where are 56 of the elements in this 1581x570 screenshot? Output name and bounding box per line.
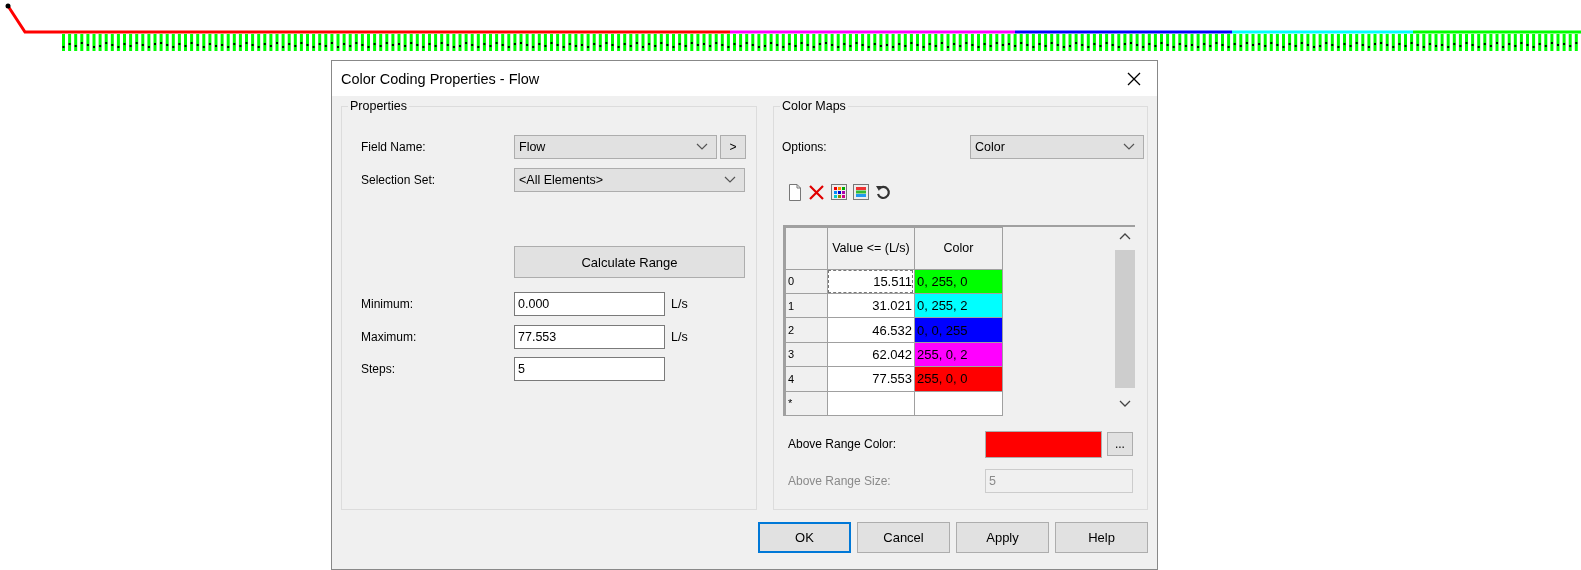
table-cell[interactable]: 31.021 xyxy=(827,293,915,318)
dialog-button[interactable]: OK xyxy=(758,522,851,553)
dropdown[interactable]: Color xyxy=(969,135,1144,159)
group-title: Color Maps xyxy=(779,99,848,113)
field-label: Options: xyxy=(780,140,828,154)
input-field[interactable]: 77.553 xyxy=(514,325,665,349)
new-document-icon[interactable] xyxy=(787,183,802,201)
row-header: 4 xyxy=(785,366,828,392)
chevron-down-icon xyxy=(696,143,708,151)
row-header: 2 xyxy=(785,317,828,343)
arrow-button[interactable]: > xyxy=(720,135,746,159)
field-label: Field Name: xyxy=(360,140,427,154)
unit-label: L/s xyxy=(671,330,688,344)
color-grid-icon[interactable] xyxy=(830,184,847,200)
chevron-down-icon xyxy=(724,176,736,184)
color-cell[interactable]: 0, 255, 2 xyxy=(914,293,1003,318)
color-cell[interactable]: 0, 255, 0 xyxy=(914,269,1003,294)
row-header: 1 xyxy=(785,293,828,318)
window-title: Color Coding Properties - Flow xyxy=(341,70,540,87)
undo-icon[interactable] xyxy=(874,184,891,200)
scroll-down-icon[interactable] xyxy=(1118,400,1131,408)
scroll-thumb[interactable] xyxy=(1114,250,1135,388)
field-label: Selection Set: xyxy=(360,173,437,187)
field-label: Minimum: xyxy=(360,297,414,311)
calculate-range-button[interactable]: Calculate Range xyxy=(514,246,745,278)
close-icon[interactable] xyxy=(1127,71,1141,86)
row-header: 0 xyxy=(785,269,828,294)
column-header: Color xyxy=(914,227,1003,270)
field-label: Steps: xyxy=(360,362,397,376)
field-label: Maximum: xyxy=(360,330,418,344)
row-header: * xyxy=(785,391,828,416)
column-header: Value <= (L/s) xyxy=(827,227,915,270)
dropdown[interactable]: Flow xyxy=(514,135,717,159)
unit-label: L/s xyxy=(671,297,688,311)
color-ramp-icon[interactable] xyxy=(852,184,869,200)
group-title: Properties xyxy=(348,99,409,113)
table-cell[interactable]: 15.511 xyxy=(827,269,915,294)
color-cell[interactable]: 255, 0, 2 xyxy=(914,342,1003,367)
color-cell[interactable]: 255, 0, 0 xyxy=(914,366,1003,392)
color-swatch[interactable] xyxy=(984,430,1102,458)
table-cell[interactable]: 62.042 xyxy=(827,342,915,367)
field-label: Above Range Color: xyxy=(786,437,898,451)
table-cell[interactable] xyxy=(914,391,1003,416)
dialog-button[interactable]: Help xyxy=(1055,522,1148,553)
input-field[interactable]: 5 xyxy=(514,357,665,381)
scroll-up-icon[interactable] xyxy=(1118,232,1131,240)
dialog-button[interactable]: Apply xyxy=(956,522,1049,553)
delete-icon[interactable] xyxy=(807,183,825,201)
dropdown[interactable]: <All Elements> xyxy=(514,168,745,192)
dialog-button[interactable]: Cancel xyxy=(857,522,950,553)
chevron-down-icon xyxy=(1122,143,1135,151)
row-header: 3 xyxy=(785,342,828,367)
field-label: Above Range Size: xyxy=(786,474,892,488)
input-field[interactable]: 0.000 xyxy=(514,292,665,316)
browse-button[interactable]: ... xyxy=(1106,432,1133,456)
table-cell[interactable] xyxy=(827,391,915,416)
